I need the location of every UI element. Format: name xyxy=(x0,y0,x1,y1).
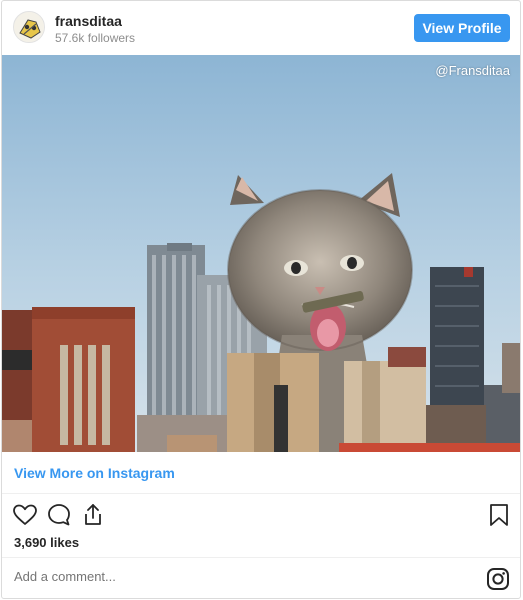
view-more-on-instagram-link[interactable]: View More on Instagram xyxy=(14,465,175,481)
comment-icon[interactable] xyxy=(46,502,72,528)
like-count[interactable]: 3,690 likes xyxy=(14,535,79,550)
username[interactable]: fransditaa xyxy=(55,13,122,29)
post-image[interactable]: @Fransditaa xyxy=(2,55,520,452)
view-more-section: View More on Instagram xyxy=(2,452,520,494)
share-icon[interactable] xyxy=(80,502,106,528)
view-profile-button[interactable]: View Profile xyxy=(414,14,510,42)
avatar[interactable] xyxy=(13,11,45,43)
comment-bar xyxy=(2,557,520,598)
action-bar xyxy=(2,495,520,535)
bookmark-icon[interactable] xyxy=(486,502,512,528)
instagram-embed-card: fransditaa 57.6k followers View Profile xyxy=(1,0,521,599)
follower-count: 57.6k followers xyxy=(55,31,136,45)
add-comment-input[interactable] xyxy=(14,569,414,584)
photo-watermark: @Fransditaa xyxy=(435,63,510,78)
instagram-logo-icon[interactable] xyxy=(486,567,510,591)
heart-icon[interactable] xyxy=(12,502,38,528)
post-header: fransditaa 57.6k followers View Profile xyxy=(2,1,520,55)
